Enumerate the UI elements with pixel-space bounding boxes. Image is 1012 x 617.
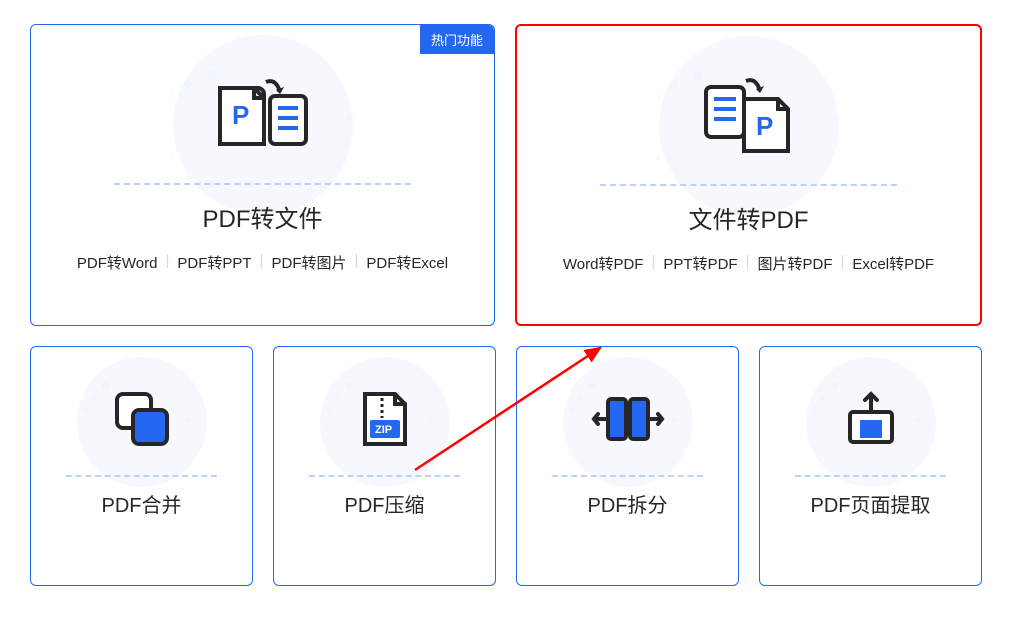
pdf-to-file-icon: P [208, 55, 318, 175]
merge-icon [107, 369, 177, 469]
divider [114, 183, 410, 185]
sub-link[interactable]: PDF转Word [77, 252, 158, 273]
card-title: PDF页面提取 [811, 489, 931, 518]
card-pdf-extract[interactable]: PDF页面提取 [759, 346, 982, 586]
sub-link[interactable]: PPT转PDF [663, 253, 737, 274]
card-title: PDF拆分 [588, 489, 668, 518]
sub-link[interactable]: PDF转PPT [177, 252, 251, 273]
svg-text:P: P [756, 111, 773, 141]
card-title: PDF压缩 [345, 489, 425, 518]
hot-badge: 热门功能 [420, 25, 494, 54]
card-pdf-split[interactable]: PDF拆分 [516, 346, 739, 586]
card-title: PDF转文件 [203, 199, 323, 234]
card-pdf-compress[interactable]: ZIP PDF压缩 [273, 346, 496, 586]
divider [309, 475, 460, 477]
card-file-to-pdf[interactable]: P 文件转PDF Word转PDF| PPT转PDF| 图片转PDF| Exce… [515, 24, 982, 326]
sub-link[interactable]: 图片转PDF [757, 253, 832, 274]
compress-icon: ZIP [350, 369, 420, 469]
svg-text:P: P [232, 100, 249, 130]
extract-icon [836, 369, 906, 469]
sub-link[interactable]: PDF转Excel [366, 252, 448, 273]
card-subs: Word转PDF| PPT转PDF| 图片转PDF| Excel转PDF [563, 253, 934, 274]
file-to-pdf-icon: P [694, 56, 804, 176]
card-subs: PDF转Word| PDF转PPT| PDF转图片| PDF转Excel [77, 252, 448, 273]
sub-link[interactable]: Excel转PDF [852, 253, 934, 274]
card-title: 文件转PDF [689, 200, 809, 235]
sub-link[interactable]: Word转PDF [563, 253, 644, 274]
divider [66, 475, 217, 477]
split-icon [588, 369, 668, 469]
card-title: PDF合并 [102, 489, 182, 518]
divider [795, 475, 946, 477]
divider [600, 184, 896, 186]
sub-link[interactable]: PDF转图片 [271, 252, 346, 273]
divider [552, 475, 703, 477]
card-pdf-merge[interactable]: PDF合并 [30, 346, 253, 586]
card-pdf-to-file[interactable]: 热门功能 P PDF转文件 PDF转Word| PDF转PPT| PDF转图片| [30, 24, 495, 326]
svg-text:ZIP: ZIP [375, 424, 392, 436]
